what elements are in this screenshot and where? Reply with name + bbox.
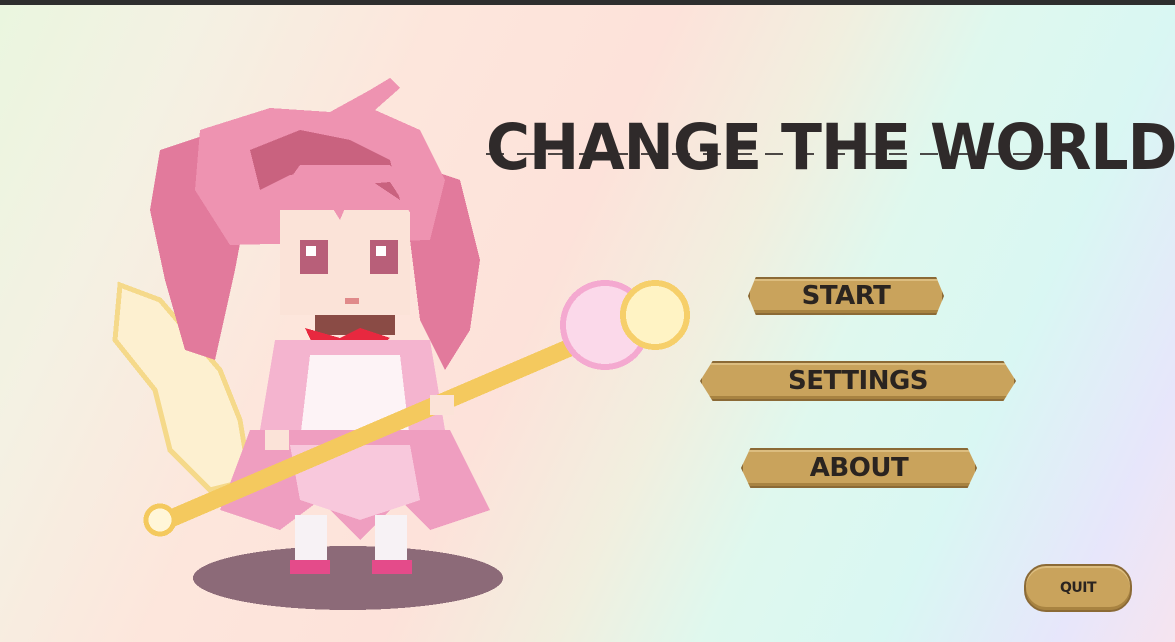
leg-right (375, 515, 407, 565)
game-title: CHANGE THE WORLD (486, 111, 1175, 185)
start-button[interactable]: START (748, 277, 944, 315)
title-glitch-line (486, 153, 1076, 155)
shoe-left (290, 560, 330, 574)
about-button[interactable]: ABOUT (741, 448, 977, 488)
hand-right (430, 395, 454, 415)
quit-button[interactable]: QUIT (1024, 564, 1132, 612)
shoe-right (372, 560, 412, 574)
settings-button[interactable]: SETTINGS (700, 361, 1016, 401)
eye-left (300, 240, 328, 274)
hand-left (265, 430, 289, 450)
mouth (345, 298, 359, 304)
staff-star (620, 280, 690, 350)
staff-base-gem (143, 503, 177, 537)
ground-shadow (193, 546, 503, 610)
leg-left (295, 515, 327, 565)
eye-right (370, 240, 398, 274)
game-screen: CHANGE THE WORLD START SETTINGS ABOUT QU… (0, 0, 1175, 642)
